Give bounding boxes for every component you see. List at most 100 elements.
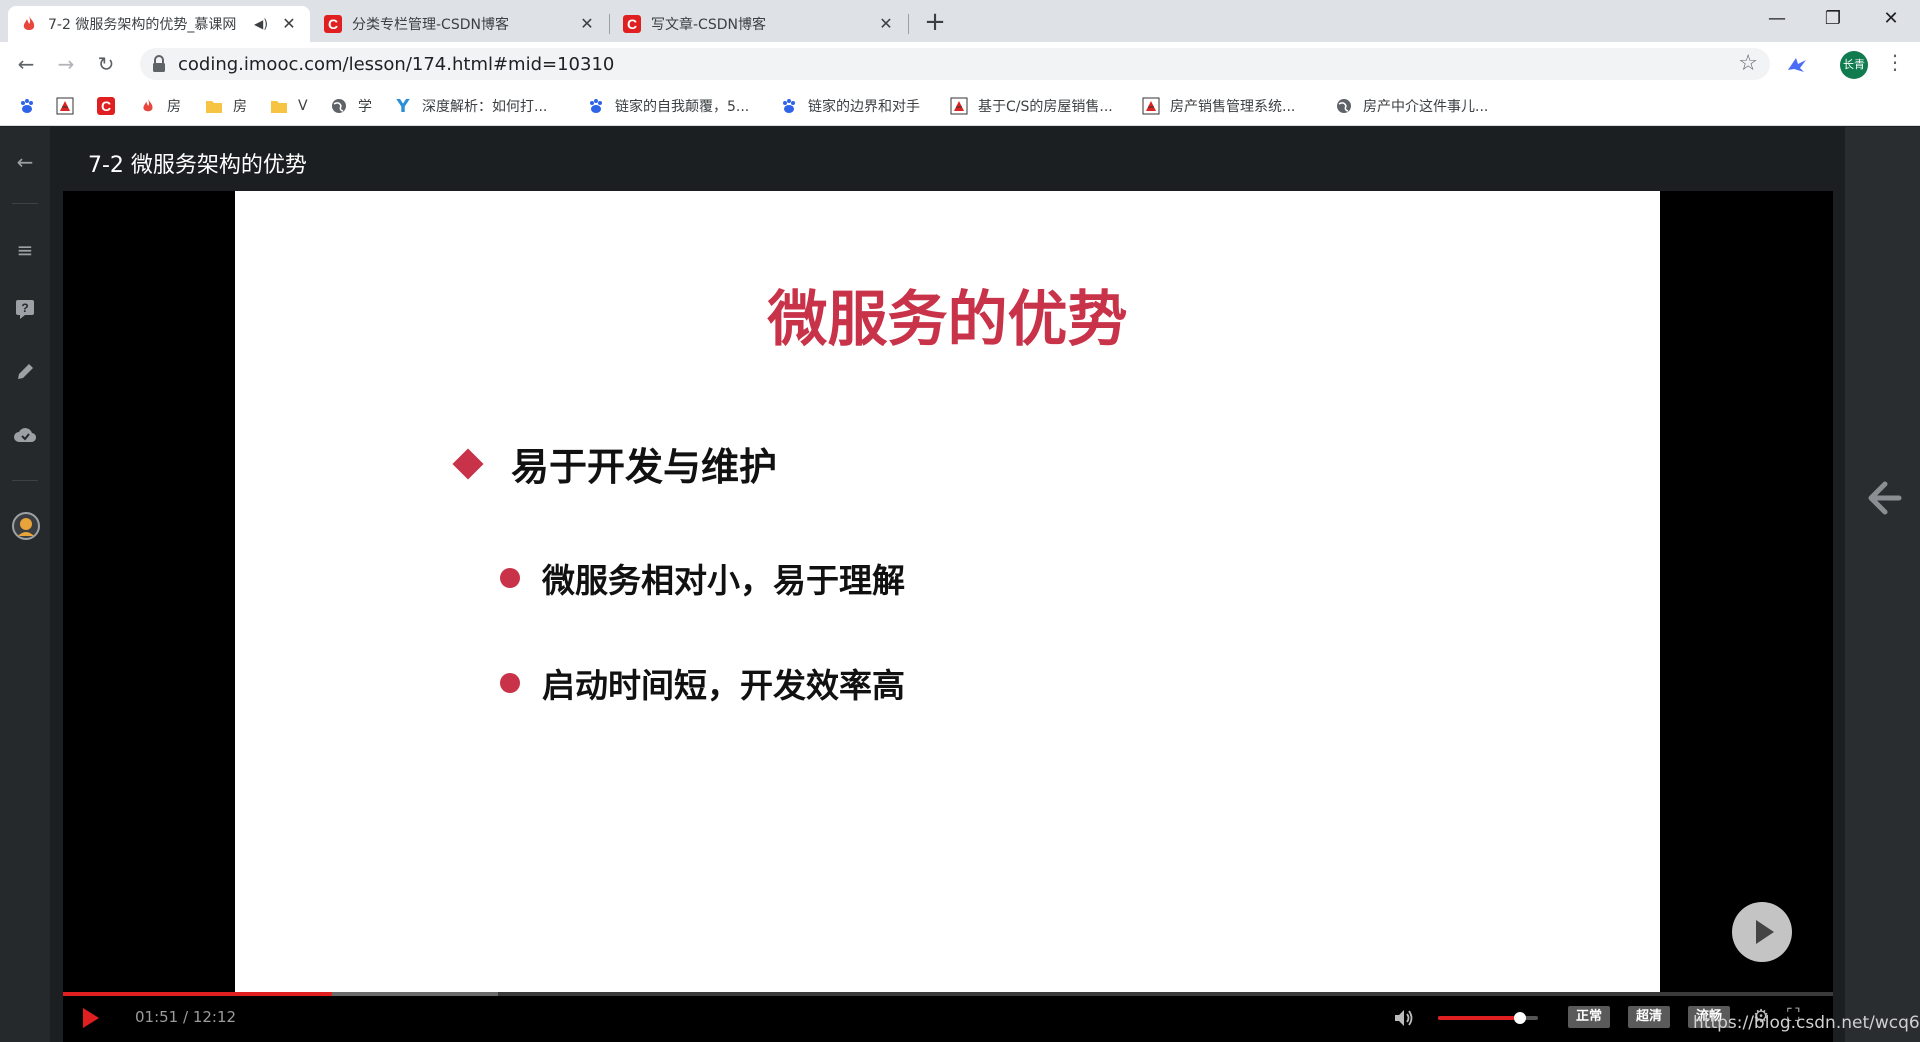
restore-button[interactable]: ❐: [1810, 4, 1856, 34]
sidebar-divider: [12, 480, 38, 481]
bookmark-folder[interactable]: 房: [205, 94, 247, 118]
bookmark-label: 房产中介这件事儿...: [1363, 99, 1489, 115]
slide-sub-point: 启动时间短，开发效率高: [500, 659, 905, 707]
progress-fill: [63, 992, 333, 996]
back-arrow-icon[interactable]: ←: [12, 149, 38, 175]
close-window-button[interactable]: ✕: [1868, 4, 1914, 34]
tab-imooc[interactable]: 7-2 微服务架构的优势_慕课网 ◀) ✕: [8, 6, 310, 42]
baidu-paw-icon: [780, 97, 798, 115]
slide-title: 微服务的优势: [767, 285, 1128, 355]
sub-point-text: 启动时间短，开发效率高: [542, 666, 905, 705]
big-play-button[interactable]: [1732, 902, 1792, 962]
play-icon: [83, 1008, 99, 1028]
browser-tab-strip: 7-2 微服务架构的优势_慕课网 ◀) ✕ C 分类专栏管理-CSDN博客 ✕ …: [0, 0, 1920, 42]
tab-title: 7-2 微服务架构的优势_慕课网: [48, 17, 237, 33]
bookmark-item[interactable]: 学: [330, 94, 372, 118]
note-pencil-icon[interactable]: [12, 362, 38, 388]
chess-icon: [56, 97, 74, 115]
play-button[interactable]: [81, 1007, 101, 1029]
bookmark-item[interactable]: 房产销售管理系统...: [1142, 94, 1295, 118]
svg-text:C: C: [101, 98, 111, 114]
dot-bullet-icon: [500, 568, 520, 588]
forward-button[interactable]: →: [52, 50, 80, 78]
bookmark-item[interactable]: 链家的边界和对手: [780, 94, 920, 118]
speaker-icon[interactable]: ◀): [254, 17, 272, 31]
bookmark-folder[interactable]: V: [270, 94, 308, 118]
bookmark-label: 深度解析：如何打...: [422, 99, 548, 115]
fire-icon: [139, 97, 157, 115]
bookmark-label: V: [298, 98, 308, 114]
sub-point-text: 微服务相对小，易于理解: [542, 561, 905, 600]
close-icon[interactable]: ✕: [280, 15, 298, 33]
baidu-paw-icon: [18, 97, 36, 115]
baidu-paw-icon: [587, 97, 605, 115]
video-slide: 微服务的优势 易于开发与维护 微服务相对小，易于理解 启动时间短，开发效率高: [235, 191, 1660, 992]
watermark-url: https://blog.csdn.net/wcq6210: [1693, 1013, 1920, 1033]
bookmark-item[interactable]: [18, 94, 46, 118]
bookmark-item[interactable]: 房: [139, 94, 181, 118]
quality-hd-button[interactable]: 超清: [1628, 1006, 1671, 1028]
folder-icon: [205, 97, 223, 115]
csdn-icon: C: [97, 97, 115, 115]
profile-avatar[interactable]: 长青: [1840, 51, 1868, 79]
video-area[interactable]: 微服务的优势 易于开发与维护 微服务相对小，易于理解 启动时间短，开发效率高: [63, 191, 1833, 1042]
bookmark-item[interactable]: C: [97, 94, 125, 118]
cloud-download-icon[interactable]: [12, 424, 38, 450]
bookmark-label: 房: [233, 99, 247, 115]
volume-icon[interactable]: [1393, 1008, 1415, 1028]
tab-title: 分类专栏管理-CSDN博客: [352, 17, 509, 33]
chapter-list-icon[interactable]: ≡: [12, 237, 38, 263]
play-icon: [1756, 920, 1774, 944]
bookmark-item[interactable]: [56, 94, 84, 118]
extension-bird-icon[interactable]: [1784, 52, 1810, 78]
tab-title: 写文章-CSDN博客: [651, 17, 766, 33]
bookmark-label: 房产销售管理系统...: [1170, 99, 1296, 115]
url-text[interactable]: coding.imooc.com/lesson/174.html#mid=103…: [178, 54, 614, 75]
tab-csdn-write[interactable]: C 写文章-CSDN博客 ✕: [611, 6, 907, 42]
quality-normal-button[interactable]: 正常: [1568, 1006, 1611, 1028]
bookmark-label: 链家的边界和对手: [808, 99, 920, 115]
minimize-button[interactable]: —: [1754, 4, 1800, 34]
tab-csdn-columns[interactable]: C 分类专栏管理-CSDN博客 ✕: [312, 6, 608, 42]
bookmarks-bar: C 房 房 V 学 Y 深度解析：如何打... 链家的自我颠覆，5... 链家的…: [0, 86, 1920, 126]
folder-icon: [270, 97, 288, 115]
question-icon[interactable]: ?: [12, 299, 38, 325]
user-avatar-icon[interactable]: [12, 512, 40, 540]
bookmark-label: 房: [167, 99, 181, 115]
diamond-bullet-icon: [452, 447, 484, 480]
chess-icon: [1142, 97, 1160, 115]
csdn-icon: C: [324, 15, 342, 33]
address-bar[interactable]: coding.imooc.com/lesson/174.html#mid=103…: [140, 48, 1770, 80]
y-icon: Y: [396, 95, 410, 117]
new-tab-button[interactable]: +: [920, 8, 950, 38]
time-separator: /: [183, 1008, 193, 1026]
globe-icon: [330, 97, 348, 115]
bookmark-item[interactable]: Y 深度解析：如何打...: [394, 94, 547, 118]
bookmark-item[interactable]: 房产中介这件事儿...: [1335, 94, 1488, 118]
bookmark-item[interactable]: 链家的自我颠覆，5...: [587, 94, 749, 118]
reload-button[interactable]: ↻: [92, 50, 120, 78]
bookmark-label: 基于C/S的房屋销售...: [978, 99, 1113, 115]
bookmark-item[interactable]: 基于C/S的房屋销售...: [950, 94, 1113, 118]
tab-separator: [908, 14, 909, 34]
current-time: 01:51: [135, 1008, 179, 1026]
volume-knob[interactable]: [1514, 1012, 1526, 1024]
close-icon[interactable]: ✕: [578, 15, 596, 33]
progress-track[interactable]: [63, 992, 1833, 996]
right-panel: [1845, 127, 1920, 1042]
back-button[interactable]: ←: [12, 50, 40, 78]
volume-slider[interactable]: [1438, 1012, 1538, 1024]
close-icon[interactable]: ✕: [877, 15, 895, 33]
bookmark-star-icon[interactable]: ☆: [1738, 51, 1758, 76]
chess-icon: [950, 97, 968, 115]
collapse-arrow-icon[interactable]: [1861, 476, 1905, 520]
svg-text:C: C: [328, 16, 338, 32]
dot-bullet-icon: [500, 673, 520, 693]
browser-menu-icon[interactable]: ⋮: [1885, 50, 1905, 74]
player-controls: 01:51 / 12:12 正常 超清 流畅 ⚙ ⛶: [63, 992, 1833, 1042]
duration: 12:12: [192, 1008, 237, 1026]
lock-icon: [152, 55, 166, 73]
volume-fill: [1438, 1016, 1520, 1020]
fire-icon: [20, 15, 38, 33]
lesson-title: 7-2 微服务架构的优势: [88, 153, 307, 178]
